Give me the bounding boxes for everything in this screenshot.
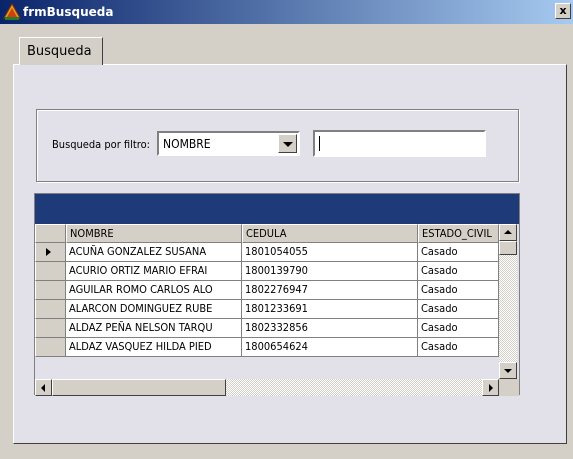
cell-cedula[interactable]: 1800139790: [242, 262, 418, 281]
filter-field-value: NOMBRE: [163, 137, 211, 151]
table-row[interactable]: ACURIO ORTIZ MARIO EFRAI 1800139790 Casa…: [35, 262, 499, 281]
cell-estado-civil[interactable]: Casado: [418, 300, 499, 319]
cell-cedula[interactable]: 1801054055: [242, 243, 418, 262]
cell-estado-civil[interactable]: Casado: [418, 281, 499, 300]
column-header-nombre[interactable]: NOMBRE: [66, 224, 242, 243]
row-selector[interactable]: [35, 319, 66, 338]
scroll-left-icon[interactable]: [35, 379, 52, 396]
cell-cedula[interactable]: 1802276947: [242, 281, 418, 300]
cell-cedula[interactable]: 1801233691: [242, 300, 418, 319]
text-caret: [319, 136, 320, 151]
cell-estado-civil[interactable]: Casado: [418, 262, 499, 281]
current-row-icon: [46, 248, 51, 256]
row-selector[interactable]: [35, 300, 66, 319]
row-selector-header: [35, 224, 66, 243]
search-input[interactable]: [313, 130, 486, 157]
table-row[interactable]: ALDAZ PEÑA NELSON TARQU 1802332856 Casad…: [35, 319, 499, 338]
column-header-estado-civil[interactable]: ESTADO_CIVIL: [418, 224, 499, 243]
cell-nombre[interactable]: ALDAZ VASQUEZ HILDA PIED: [66, 338, 242, 357]
results-grid[interactable]: NOMBRE CEDULA ESTADO_CIVIL ACUÑA GONZALE…: [34, 193, 520, 396]
cell-cedula[interactable]: 1800654624: [242, 338, 418, 357]
table-row[interactable]: AGUILAR ROMO CARLOS ALO 1802276947 Casad…: [35, 281, 499, 300]
cell-nombre[interactable]: ALDAZ PEÑA NELSON TARQU: [66, 319, 242, 338]
scroll-right-icon[interactable]: [482, 379, 499, 396]
tab-busqueda[interactable]: Busqueda: [19, 37, 103, 65]
main-window: frmBusqueda x Busqueda Busqueda por filt…: [0, 0, 573, 459]
column-header-cedula[interactable]: CEDULA: [242, 224, 418, 243]
cell-estado-civil[interactable]: Casado: [418, 243, 499, 262]
filter-label: Busqueda por filtro:: [52, 138, 150, 151]
title-bar[interactable]: frmBusqueda x: [0, 0, 573, 24]
window-title: frmBusqueda: [23, 5, 114, 19]
row-selector[interactable]: [35, 338, 66, 357]
scroll-up-icon[interactable]: [499, 224, 517, 241]
table-row[interactable]: ALARCON DOMINGUEZ RUBE 1801233691 Casado: [35, 300, 499, 319]
table-row[interactable]: ALDAZ VASQUEZ HILDA PIED 1800654624 Casa…: [35, 338, 499, 357]
horizontal-scroll-thumb[interactable]: [52, 379, 226, 396]
cell-nombre[interactable]: ACUÑA GONZALEZ SUSANA: [66, 243, 242, 262]
table-row[interactable]: ACUÑA GONZALEZ SUSANA 1801054055 Casado: [35, 243, 499, 262]
app-icon: [3, 2, 21, 21]
scroll-down-icon[interactable]: [499, 362, 517, 379]
filter-field-combo[interactable]: NOMBRE: [157, 131, 300, 156]
vertical-scrollbar[interactable]: [499, 224, 517, 379]
cell-cedula[interactable]: 1802332856: [242, 319, 418, 338]
grid-header-row: NOMBRE CEDULA ESTADO_CIVIL: [35, 224, 519, 243]
cell-nombre[interactable]: ALARCON DOMINGUEZ RUBE: [66, 300, 242, 319]
vertical-scroll-thumb[interactable]: [499, 241, 517, 255]
row-selector[interactable]: [35, 281, 66, 300]
horizontal-scrollbar[interactable]: [35, 379, 499, 396]
cell-nombre[interactable]: AGUILAR ROMO CARLOS ALO: [66, 281, 242, 300]
row-selector[interactable]: [35, 262, 66, 281]
grid-caption-bar: [35, 194, 519, 224]
chevron-down-icon[interactable]: [278, 134, 297, 153]
cell-estado-civil[interactable]: Casado: [418, 319, 499, 338]
close-icon[interactable]: x: [555, 3, 571, 19]
row-selector[interactable]: [35, 243, 66, 262]
cell-nombre[interactable]: ACURIO ORTIZ MARIO EFRAI: [66, 262, 242, 281]
cell-estado-civil[interactable]: Casado: [418, 338, 499, 357]
scrollbar-corner: [499, 379, 519, 396]
